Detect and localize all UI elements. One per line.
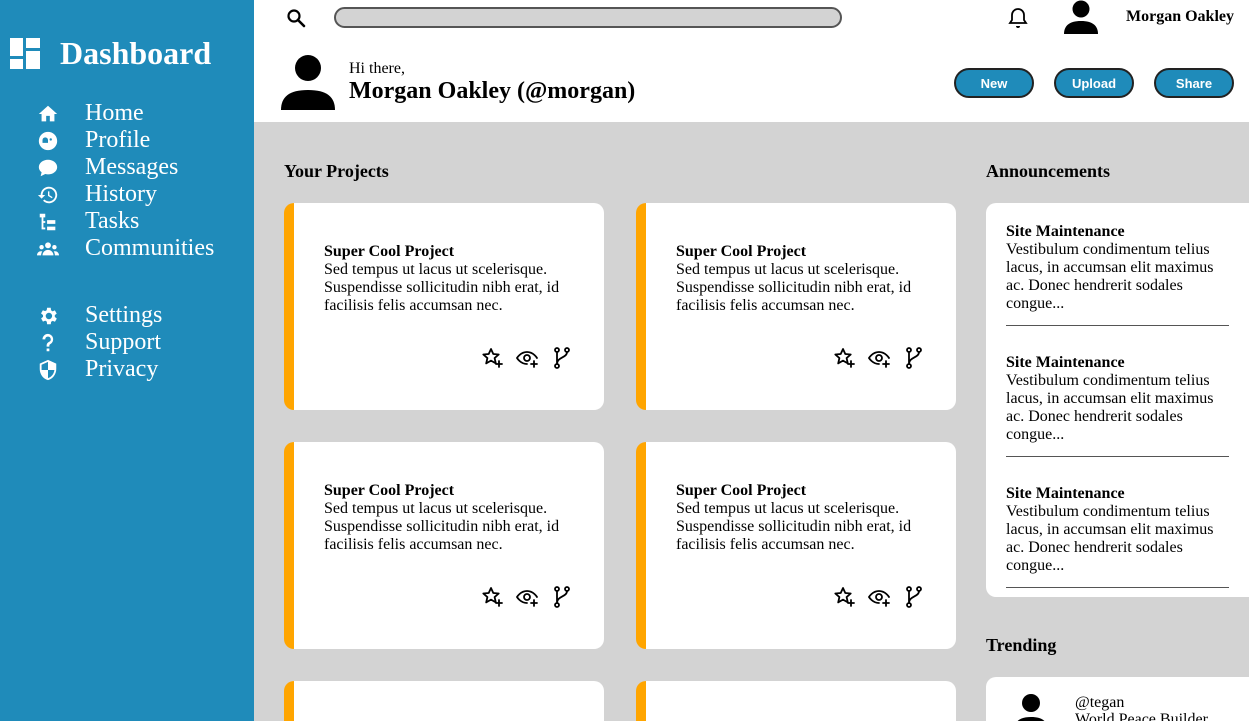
question-icon: [36, 331, 60, 355]
announcements-title: Announcements: [986, 161, 1111, 181]
card-text: Sed tempus ut lacus ut scelerisque. Susp…: [324, 261, 560, 314]
home-icon: [36, 102, 60, 126]
fork-icon[interactable]: [550, 346, 574, 370]
sidebar-item-messages[interactable]: Messages: [36, 154, 214, 181]
fork-icon[interactable]: [902, 346, 926, 370]
bell-icon[interactable]: [1006, 6, 1030, 30]
announcement-title: Site Maintenance: [1006, 354, 1125, 371]
primary-nav: Home Profile Messages History Tasks Comm…: [36, 100, 214, 262]
card-actions: [832, 346, 937, 370]
trending-description: World Peace Builder: [1075, 711, 1208, 721]
watch-add-icon[interactable]: [867, 346, 891, 370]
secondary-nav: Settings Support Privacy: [36, 302, 162, 383]
star-add-icon[interactable]: [832, 585, 856, 609]
sidebar-item-label: Messages: [85, 154, 179, 180]
announcements-panel: Site Maintenance Vestibulum condimentum …: [986, 203, 1249, 597]
header-username[interactable]: Morgan Oakley: [1126, 8, 1234, 26]
new-button[interactable]: New: [954, 68, 1034, 98]
sidebar-item-label: Profile: [85, 127, 151, 153]
sidebar-item-privacy[interactable]: Privacy: [36, 356, 162, 383]
upload-button[interactable]: Upload: [1054, 68, 1134, 98]
header: Morgan Oakley Hi there, Morgan Oakley (@…: [254, 0, 1249, 122]
fork-icon[interactable]: [550, 585, 574, 609]
search-input[interactable]: [334, 7, 842, 28]
greeting: Hi there,: [349, 60, 405, 77]
user-avatar: [281, 55, 335, 110]
trending-handle[interactable]: @tegan: [1075, 694, 1124, 712]
card-text: Sed tempus ut lacus ut scelerisque. Susp…: [676, 261, 912, 314]
announcement-item[interactable]: Site Maintenance Vestibulum condimentum …: [1006, 354, 1229, 457]
avatar[interactable]: [1062, 0, 1100, 34]
sidebar-item-support[interactable]: Support: [36, 329, 162, 356]
brand-title: Dashboard: [60, 35, 212, 71]
projects-title: Your Projects: [284, 161, 389, 181]
announcement-text: Vestibulum condimentum telius lacus, in …: [1006, 372, 1214, 443]
announcement-item[interactable]: Site Maintenance Vestibulum condimentum …: [1006, 223, 1229, 326]
search-icon[interactable]: [286, 8, 306, 28]
fork-icon[interactable]: [902, 585, 926, 609]
history-icon: [36, 183, 60, 207]
sidebar-item-home[interactable]: Home: [36, 100, 214, 127]
sidebar-item-label: History: [85, 181, 157, 207]
sidebar-item-label: Settings: [85, 302, 163, 328]
sidebar: Dashboard Home Profile Messages History …: [0, 0, 254, 721]
announcement-item[interactable]: Site Maintenance Vestibulum condimentum …: [1006, 485, 1229, 588]
sidebar-item-history[interactable]: History: [36, 181, 214, 208]
card-actions: [480, 585, 585, 609]
announcement-title: Site Maintenance: [1006, 223, 1125, 240]
sidebar-item-label: Privacy: [85, 356, 159, 382]
card-title: Super Cool Project: [324, 243, 455, 260]
project-card[interactable]: Super Cool Project Sed tempus ut lacus u…: [284, 203, 604, 410]
sidebar-item-label: Home: [85, 100, 144, 126]
card-text: Sed tempus ut lacus ut scelerisque. Susp…: [324, 500, 560, 553]
sidebar-item-label: Communities: [85, 235, 215, 261]
sidebar-item-settings[interactable]: Settings: [36, 302, 162, 329]
gear-icon: [36, 304, 60, 328]
card-actions: [480, 346, 585, 370]
project-card[interactable]: Super Cool Project Sed tempus ut lacus u…: [636, 442, 956, 649]
announcement-title: Site Maintenance: [1006, 485, 1125, 502]
star-add-icon[interactable]: [480, 346, 504, 370]
card-title: Super Cool Project: [676, 243, 807, 260]
project-card[interactable]: Super Cool Project Sed tempus ut lacus u…: [284, 442, 604, 649]
brand[interactable]: Dashboard: [10, 37, 211, 69]
announcement-text: Vestibulum condimentum telius lacus, in …: [1006, 503, 1214, 574]
dashboard-icon: [10, 37, 40, 69]
project-card[interactable]: [284, 681, 604, 721]
watch-add-icon[interactable]: [515, 585, 539, 609]
trending-title: Trending: [986, 635, 1057, 655]
star-add-icon[interactable]: [832, 346, 856, 370]
project-card[interactable]: Super Cool Project Sed tempus ut lacus u…: [636, 203, 956, 410]
card-actions: [832, 585, 937, 609]
profile-icon: [36, 129, 60, 153]
sidebar-item-label: Support: [85, 329, 162, 355]
chat-icon: [36, 156, 60, 180]
trending-panel: @tegan World Peace Builder: [986, 677, 1249, 721]
card-title: Super Cool Project: [324, 482, 455, 499]
share-button[interactable]: Share: [1154, 68, 1234, 98]
sidebar-item-communities[interactable]: Communities: [36, 235, 214, 262]
watch-add-icon[interactable]: [867, 585, 891, 609]
card-text: Sed tempus ut lacus ut scelerisque. Susp…: [676, 500, 912, 553]
watch-add-icon[interactable]: [515, 346, 539, 370]
sidebar-item-profile[interactable]: Profile: [36, 127, 214, 154]
tasks-icon: [36, 210, 60, 234]
announcement-text: Vestibulum condimentum telius lacus, in …: [1006, 241, 1214, 312]
shield-icon: [36, 358, 60, 382]
page-title: Morgan Oakley (@morgan): [349, 78, 636, 104]
sidebar-item-label: Tasks: [85, 208, 140, 234]
card-title: Super Cool Project: [676, 482, 807, 499]
sidebar-item-tasks[interactable]: Tasks: [36, 208, 214, 235]
communities-icon: [36, 237, 60, 261]
star-add-icon[interactable]: [480, 585, 504, 609]
project-card[interactable]: [636, 681, 956, 721]
avatar: [1017, 694, 1045, 721]
